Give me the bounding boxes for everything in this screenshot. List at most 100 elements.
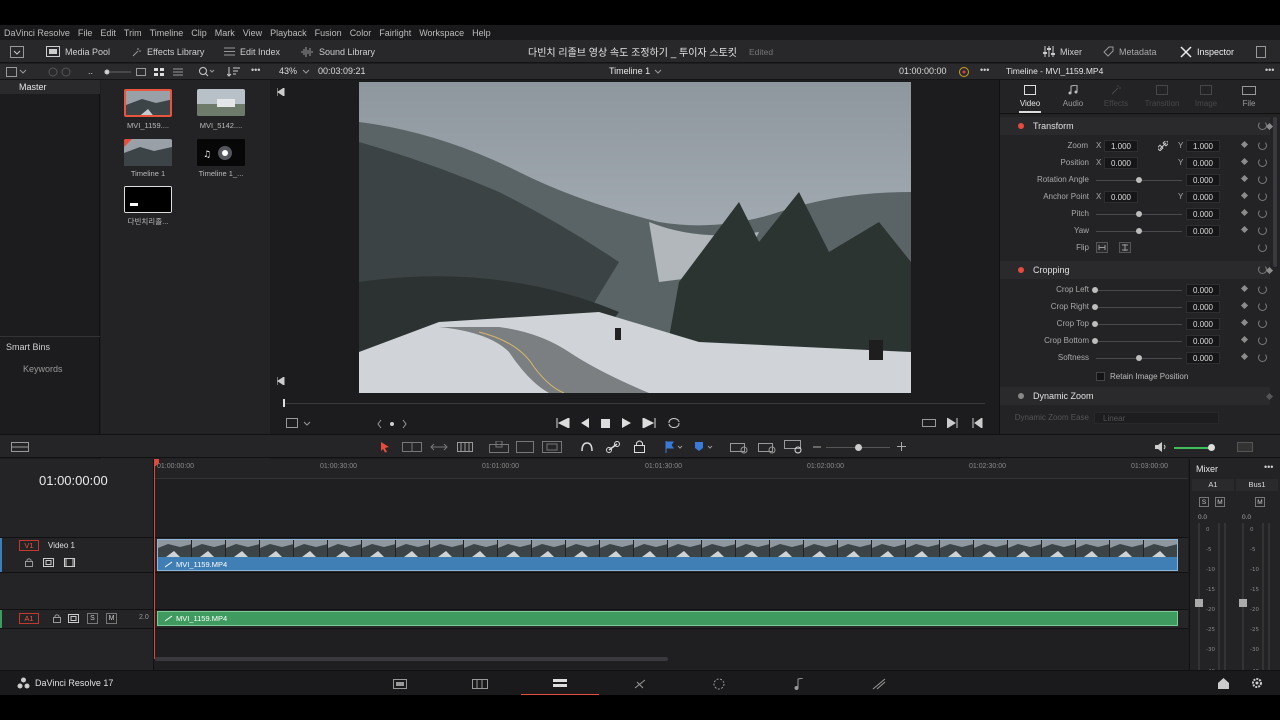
- keyframe-icon[interactable]: [1240, 335, 1249, 344]
- viewer-zoom[interactable]: 43%: [279, 66, 297, 76]
- in-marker-icon[interactable]: [277, 88, 285, 96]
- chevron-down-icon[interactable]: [302, 68, 310, 76]
- enable-dot-icon[interactable]: [1018, 393, 1024, 399]
- replace-clip-icon[interactable]: [542, 441, 562, 453]
- layout-icon[interactable]: [6, 67, 28, 77]
- zoom-y-field[interactable]: 1.000: [1186, 140, 1220, 152]
- search-icon[interactable]: [198, 66, 216, 77]
- reset-icon[interactable]: [1258, 121, 1267, 130]
- timeline-timecode[interactable]: 01:00:00:00: [39, 473, 108, 488]
- a1-target-button[interactable]: A1: [19, 613, 39, 624]
- inspector-button[interactable]: Inspector: [1180, 44, 1234, 59]
- reset-icon[interactable]: [1258, 226, 1267, 235]
- enable-dot-icon[interactable]: [1018, 123, 1024, 129]
- crop-right-slider[interactable]: [1096, 307, 1182, 308]
- rotation-field[interactable]: 0.000: [1186, 174, 1220, 186]
- auto-select-icon[interactable]: [43, 558, 54, 567]
- scrubber-handle[interactable]: [283, 399, 285, 407]
- blade-tool-icon[interactable]: [457, 442, 473, 452]
- sync-icon[interactable]: [958, 66, 970, 78]
- options-dots[interactable]: •••: [251, 65, 260, 75]
- yaw-knob[interactable]: [1136, 228, 1142, 234]
- reset-icon[interactable]: [1258, 141, 1267, 150]
- dynamic-zoom-ease-select[interactable]: Linear: [1094, 412, 1219, 424]
- panel-toggle-button[interactable]: [10, 44, 29, 59]
- timeline-view-icon[interactable]: [11, 442, 29, 452]
- mixer-mute-button[interactable]: M: [1215, 497, 1225, 507]
- sound-library-button[interactable]: Sound Library: [300, 44, 375, 59]
- menu-clip[interactable]: Clip: [191, 28, 207, 38]
- thumb-size-slider[interactable]: [103, 67, 133, 77]
- match-frame-icon[interactable]: [922, 418, 936, 428]
- anchor-x-field[interactable]: 0.000: [1104, 191, 1138, 203]
- scrubber-track[interactable]: [283, 403, 985, 404]
- transform-section-header[interactable]: Transform: [1000, 117, 1274, 135]
- zoom-in-icon[interactable]: [897, 442, 906, 451]
- rotation-knob[interactable]: [1136, 177, 1142, 183]
- keyframe-icon[interactable]: [1240, 352, 1249, 361]
- enable-dot-icon[interactable]: [1018, 267, 1024, 273]
- keyframe-icon[interactable]: [1240, 208, 1249, 217]
- home-icon[interactable]: [1218, 678, 1229, 689]
- crop-left-slider[interactable]: [1096, 290, 1182, 291]
- chevron-down-icon[interactable]: [654, 69, 662, 75]
- fusion-page-button[interactable]: [601, 671, 679, 695]
- menu-mark[interactable]: Mark: [215, 28, 235, 38]
- pitch-field[interactable]: 0.000: [1186, 208, 1220, 220]
- crop-left-knob[interactable]: [1092, 287, 1098, 293]
- thumbnail-view-icon[interactable]: [154, 67, 164, 77]
- reset-icon[interactable]: [1258, 319, 1267, 328]
- tab-audio[interactable]: Audio: [1057, 84, 1089, 108]
- chevron-down-icon[interactable]: [303, 421, 311, 427]
- menu-trim[interactable]: Trim: [124, 28, 142, 38]
- track-visibility-icon[interactable]: [64, 558, 75, 567]
- overwrite-clip-icon[interactable]: [516, 441, 534, 453]
- viewer-mode-icon[interactable]: [286, 418, 298, 428]
- menu-workspace[interactable]: Workspace: [419, 28, 464, 38]
- crop-bottom-knob[interactable]: [1092, 338, 1098, 344]
- keyframe-icon[interactable]: [1240, 140, 1249, 149]
- position-y-field[interactable]: 0.000: [1186, 157, 1220, 169]
- crop-top-slider[interactable]: [1096, 324, 1182, 325]
- position-x-field[interactable]: 0.000: [1104, 157, 1138, 169]
- media-title-clip[interactable]: [124, 186, 172, 213]
- crop-top-field[interactable]: 0.000: [1186, 318, 1220, 330]
- dim-icon[interactable]: [1237, 442, 1253, 452]
- sort-icon[interactable]: [227, 66, 241, 77]
- inspector-options-dots[interactable]: •••: [1265, 65, 1274, 75]
- mute-button[interactable]: M: [106, 613, 117, 624]
- keyframe-icon[interactable]: [1265, 122, 1274, 131]
- fairlight-page-button[interactable]: [760, 671, 838, 695]
- anchor-y-field[interactable]: 0.000: [1186, 191, 1220, 203]
- media-clip-mvi5142[interactable]: [197, 89, 245, 116]
- keyframe-icon[interactable]: [1240, 284, 1249, 293]
- menu-timeline[interactable]: Timeline: [150, 28, 184, 38]
- mixer-solo-button[interactable]: S: [1199, 497, 1209, 507]
- crop-right-knob[interactable]: [1092, 304, 1098, 310]
- effects-library-button[interactable]: Effects Library: [132, 44, 204, 59]
- reset-icon[interactable]: [1258, 158, 1267, 167]
- keyframe-icon[interactable]: [1265, 266, 1274, 275]
- reset-icon[interactable]: [1258, 353, 1267, 362]
- zoom-out-icon[interactable]: [813, 445, 821, 449]
- timeline-zoom-knob[interactable]: [855, 444, 862, 451]
- bin-master[interactable]: Master: [0, 80, 100, 94]
- tab-video[interactable]: Video: [1014, 85, 1046, 108]
- jog-icon[interactable]: [377, 419, 407, 429]
- flip-vertical-icon[interactable]: [1119, 242, 1131, 253]
- inspector-scrollbar[interactable]: [1273, 117, 1277, 267]
- zoom-x-field[interactable]: 1.000: [1104, 140, 1138, 152]
- flag-icon[interactable]: [664, 441, 684, 453]
- full-extent-zoom-icon[interactable]: [730, 440, 750, 454]
- keyframe-icon[interactable]: [1240, 318, 1249, 327]
- deliver-page-button[interactable]: [840, 671, 918, 695]
- menu-fairlight[interactable]: Fairlight: [379, 28, 411, 38]
- menu-fusion[interactable]: Fusion: [315, 28, 342, 38]
- edit-page-button[interactable]: [521, 671, 599, 695]
- reset-icon[interactable]: [1258, 175, 1267, 184]
- menu-edit[interactable]: Edit: [100, 28, 116, 38]
- pitch-knob[interactable]: [1136, 211, 1142, 217]
- more-dots[interactable]: ..: [88, 66, 93, 76]
- volume-knob[interactable]: [1208, 444, 1215, 451]
- flip-horizontal-icon[interactable]: [1096, 242, 1108, 253]
